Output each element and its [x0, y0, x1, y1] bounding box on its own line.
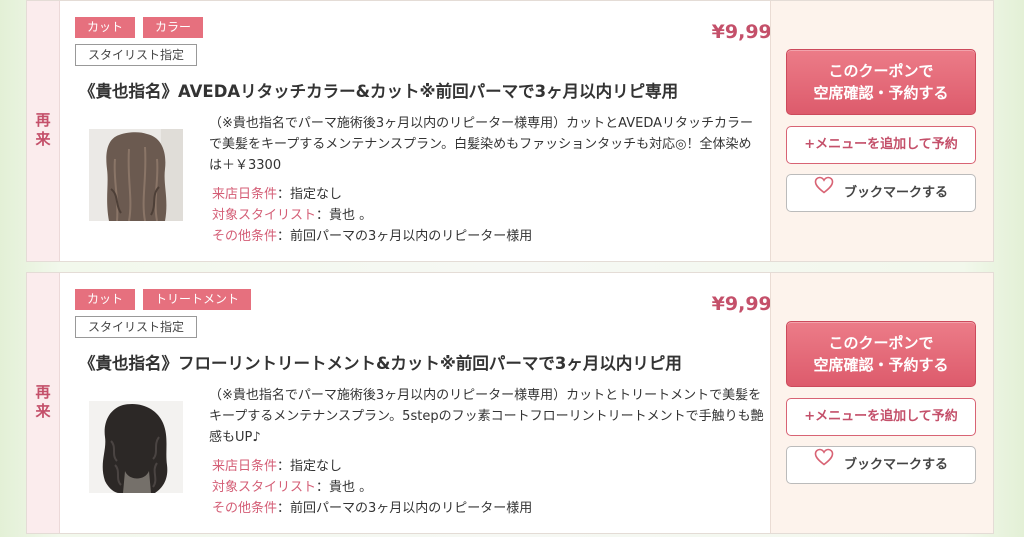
coupon-card: 再来 カット トリートメント スタイリスト指定 ¥9,990 《貴也指名》フロー…	[26, 272, 994, 534]
coupon-conditions: 来店日条件：指定なし 対象スタイリスト：貴也 。 その他条件：前回パーマの3ヶ月…	[212, 184, 532, 247]
repeat-visit-label: 再来	[27, 1, 60, 261]
coupon-content: カット カラー スタイリスト指定 ¥9,990 《貴也指名》AVEDAリタッチカ…	[59, 1, 799, 261]
coupon-title[interactable]: 《貴也指名》フローリントリートメント&カット※前回パーマで3ヶ月以内リピ用	[79, 350, 682, 374]
bookmark-button[interactable]: ブックマークする	[786, 174, 976, 212]
coupon-content: カット トリートメント スタイリスト指定 ¥9,990 《貴也指名》フローリント…	[59, 273, 799, 533]
heart-outline-icon	[814, 445, 834, 481]
coupon-actions: このクーポンで 空席確認・予約する +メニューを追加して予約 ブックマークする	[770, 1, 993, 261]
tag-treatment: トリートメント	[143, 289, 252, 310]
bookmark-button[interactable]: ブックマークする	[786, 446, 976, 484]
heart-outline-icon	[814, 173, 834, 209]
condition-stylist: 対象スタイリスト：貴也 。	[212, 208, 373, 223]
tag-cut: カット	[75, 289, 136, 310]
stylist-designation-tag: スタイリスト指定	[75, 44, 198, 66]
reserve-with-coupon-button[interactable]: このクーポンで 空席確認・予約する	[786, 49, 976, 115]
condition-other: その他条件：前回パーマの3ヶ月以内のリピーター様用	[212, 501, 533, 516]
coupon-title[interactable]: 《貴也指名》AVEDAリタッチカラー&カット※前回パーマで3ヶ月以内リピ専用	[79, 78, 678, 102]
condition-visit-date: 来店日条件：指定なし	[212, 187, 343, 202]
hairstyle-photo	[89, 129, 183, 221]
coupon-description: （※貴也指名でパーマ施術後3ヶ月以内のリピーター様専用）カットとトリートメントで…	[209, 388, 764, 445]
tag-color: カラー	[143, 17, 204, 38]
stylist-designation-tag: スタイリスト指定	[75, 316, 198, 338]
coupon-card: 再来 カット カラー スタイリスト指定 ¥9,990 《貴也指名》AVEDAリタ…	[26, 0, 994, 262]
menu-tags: カット トリートメント	[75, 289, 252, 310]
condition-other: その他条件：前回パーマの3ヶ月以内のリピーター様用	[212, 229, 533, 244]
add-menu-reserve-button[interactable]: +メニューを追加して予約	[786, 126, 976, 164]
condition-visit-date: 来店日条件：指定なし	[212, 459, 343, 474]
menu-tags: カット カラー	[75, 17, 204, 38]
reserve-with-coupon-button[interactable]: このクーポンで 空席確認・予約する	[786, 321, 976, 387]
condition-stylist: 対象スタイリスト：貴也 。	[212, 480, 373, 495]
repeat-visit-label: 再来	[27, 273, 60, 533]
hairstyle-photo	[89, 401, 183, 493]
coupon-description: （※貴也指名でパーマ施術後3ヶ月以内のリピーター様専用）カットとAVEDAリタッ…	[209, 116, 754, 173]
add-menu-reserve-button[interactable]: +メニューを追加して予約	[786, 398, 976, 436]
coupon-conditions: 来店日条件：指定なし 対象スタイリスト：貴也 。 その他条件：前回パーマの3ヶ月…	[212, 456, 532, 519]
tag-cut: カット	[75, 17, 136, 38]
coupon-actions: このクーポンで 空席確認・予約する +メニューを追加して予約 ブックマークする	[770, 273, 993, 533]
